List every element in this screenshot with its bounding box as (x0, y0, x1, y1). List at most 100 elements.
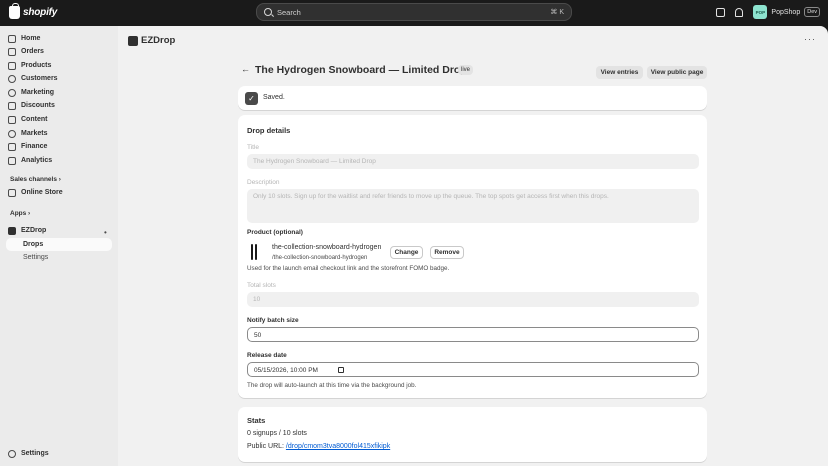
content-icon (8, 115, 16, 124)
status-badge: live (458, 65, 474, 75)
sidebar-item-settings[interactable]: Settings (8, 447, 49, 460)
store-avatar: POP (753, 5, 768, 19)
discount-icon (8, 101, 16, 110)
globe-icon (8, 129, 16, 138)
ezdrop-app-icon (128, 36, 138, 46)
drop-details-heading: Drop details (247, 126, 291, 135)
orders-icon (8, 47, 16, 56)
sidebar-item-label: Finance (21, 143, 48, 150)
sidebar-item-label: Marketing (21, 89, 55, 96)
gear-icon (8, 449, 16, 458)
checkmark-icon: ✓ (245, 92, 258, 105)
tag-icon (8, 61, 16, 70)
product-label: Product (optional) (247, 229, 303, 236)
sidebar-item-home[interactable]: Home (8, 32, 40, 45)
remove-product-button[interactable]: Remove (430, 246, 464, 259)
sidebar-item-content[interactable]: Content (8, 113, 47, 126)
sidebar-item-finance[interactable]: Finance (8, 140, 47, 153)
sidebar-item-label: EZDrop (21, 227, 47, 234)
sidebar-item-label: Markets (21, 130, 48, 137)
search-bar[interactable]: Search ⌘ K (256, 3, 572, 21)
target-icon (8, 88, 16, 97)
logo-text: shopify (23, 7, 58, 18)
shopify-bag-icon (9, 3, 20, 19)
public-url-label: Public URL: (247, 443, 284, 450)
ezdrop-app-icon (8, 226, 16, 235)
page-header: ← The Hydrogen Snowboard — Limited Drop … (238, 62, 707, 79)
sidebar-item-label: Analytics (21, 157, 53, 164)
product-help-text: Used for the launch email checkout link … (247, 265, 450, 272)
total-slots-field[interactable]: 10 (247, 292, 699, 307)
description-label: Description (247, 179, 280, 186)
sidebar-item-label: Content (21, 116, 48, 123)
top-bar: shopify Search ⌘ K POP PopShop Dev (0, 0, 828, 26)
release-date-value: 05/15/2026, 10:00 PM (254, 367, 318, 374)
saved-banner: ✓ Saved. (238, 86, 707, 110)
sidebar-item-label: Orders (21, 48, 44, 55)
signups-count: 0 signups / 10 slots (247, 430, 307, 437)
sales-channels-heading[interactable]: Sales channels › (10, 176, 61, 183)
sidebar-item-label: Online Store (21, 189, 63, 196)
page-title: The Hydrogen Snowboard — Limited Drop (255, 64, 467, 76)
dev-badge: Dev (804, 7, 820, 17)
saved-message: Saved. (263, 94, 285, 101)
drop-details-card: Drop details Title The Hydrogen Snowboar… (238, 115, 707, 398)
search-shortcut: ⌘ K (550, 9, 564, 16)
back-arrow-icon[interactable]: ← (241, 64, 250, 74)
public-url-link[interactable]: /drop/cmom3tva8000fol415xfikipk (286, 443, 390, 450)
sidebar-subitem-drops[interactable]: Drops (6, 238, 112, 251)
apps-heading[interactable]: Apps › (10, 210, 30, 217)
notify-batch-input[interactable]: 50 (247, 327, 699, 342)
title-field[interactable]: The Hydrogen Snowboard — Limited Drop (247, 154, 699, 169)
description-field[interactable]: Only 10 slots. Sign up for the waitlist … (247, 189, 699, 223)
sidebar-item-ezdrop[interactable]: EZDrop (8, 224, 46, 237)
release-help-text: The drop will auto-launch at this time v… (247, 382, 417, 389)
sidebar-item-customers[interactable]: Customers (8, 72, 58, 85)
public-url-row: Public URL: /drop/cmom3tva8000fol415xfik… (247, 443, 390, 450)
search-placeholder: Search (277, 7, 301, 17)
sidebar-item-label: Customers (21, 75, 58, 82)
store-switcher[interactable]: POP PopShop Dev (753, 5, 820, 19)
sidebar-item-online-store[interactable]: Online Store (8, 186, 63, 199)
sidebar-item-products[interactable]: Products (8, 59, 51, 72)
sidebar: Home Orders Products Customers Marketing… (0, 26, 118, 466)
store-name: PopShop (771, 8, 801, 16)
sidebar-item-label: Settings (21, 450, 49, 457)
store-icon (8, 188, 16, 197)
sidebar-item-label: Products (21, 62, 52, 69)
view-entries-button[interactable]: View entries (596, 66, 643, 79)
sidebar-subitem-settings[interactable]: Settings (6, 251, 112, 264)
total-slots-label: Total slots (247, 282, 276, 289)
admin-shell: Home Orders Products Customers Marketing… (0, 26, 828, 466)
release-date-input[interactable]: 05/15/2026, 10:00 PM (247, 362, 699, 377)
sidebar-item-discounts[interactable]: Discounts (8, 99, 55, 112)
sidebar-item-label: Home (21, 35, 41, 42)
sidebar-item-label: Discounts (21, 102, 55, 109)
home-icon (8, 34, 16, 43)
app-title: EZDrop (141, 35, 176, 46)
sidebar-item-markets[interactable]: Markets (8, 127, 47, 140)
app-pin-icon[interactable]: • (104, 228, 107, 237)
sidebar-item-analytics[interactable]: Analytics (8, 154, 52, 167)
product-name: the-collection-snowboard-hydrogen (272, 244, 382, 251)
sidebar-item-marketing[interactable]: Marketing (8, 86, 54, 99)
shopify-logo[interactable]: shopify (9, 3, 58, 19)
top-icons: POP PopShop Dev (716, 5, 820, 19)
bell-icon[interactable] (735, 7, 744, 17)
store-icon[interactable] (716, 7, 726, 17)
app-header: EZDrop ··· (118, 26, 828, 55)
calendar-icon[interactable] (338, 367, 344, 373)
product-handle: /the-collection-snowboard-hydrogen (272, 255, 368, 261)
stats-heading: Stats (247, 416, 266, 425)
more-icon[interactable]: ··· (804, 34, 816, 44)
bank-icon (8, 142, 16, 151)
stats-card: Stats 0 signups / 10 slots Public URL: /… (238, 407, 707, 462)
view-public-page-button[interactable]: View public page (647, 66, 707, 79)
sidebar-item-orders[interactable]: Orders (8, 45, 44, 58)
change-product-button[interactable]: Change (390, 246, 423, 259)
notify-batch-label: Notify batch size (247, 317, 299, 324)
release-date-label: Release date (247, 352, 287, 359)
title-label: Title (247, 144, 260, 151)
product-thumbnail (248, 243, 260, 260)
chart-icon (8, 156, 16, 165)
